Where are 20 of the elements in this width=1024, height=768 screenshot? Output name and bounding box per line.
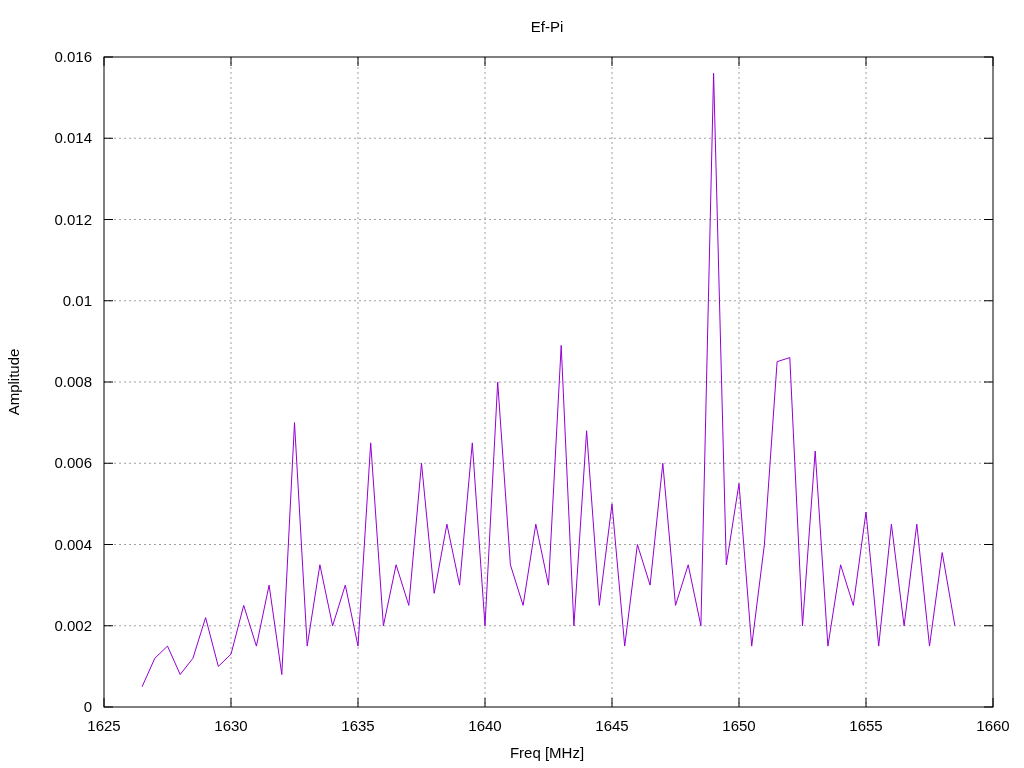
tick-label: 0.012 xyxy=(54,210,92,228)
tick-label: 1650 xyxy=(722,717,756,734)
tick-label: 0.01 xyxy=(62,291,92,309)
axis-label: Amplitude xyxy=(5,348,22,416)
tick-label: 1645 xyxy=(595,717,629,734)
tick-label: 1655 xyxy=(849,717,883,734)
tick-label: 0.006 xyxy=(54,454,92,472)
tick-label: 1630 xyxy=(214,717,248,734)
tick-label: 0.002 xyxy=(54,616,92,634)
tick-label: 0 xyxy=(83,698,92,715)
tick-label: 0.016 xyxy=(54,48,92,65)
tick-label: 1640 xyxy=(468,717,502,734)
tick-label: 0.004 xyxy=(54,535,92,553)
tick-label: 1625 xyxy=(87,717,121,734)
chart-title: Ef-Pi xyxy=(530,18,564,35)
axis-label: Freq [MHz] xyxy=(509,744,585,761)
tick-label: 0.014 xyxy=(54,129,92,147)
tick-label: 1660 xyxy=(976,717,1010,734)
tick-label: 1635 xyxy=(341,717,375,734)
tick-label: 0.008 xyxy=(54,373,92,390)
